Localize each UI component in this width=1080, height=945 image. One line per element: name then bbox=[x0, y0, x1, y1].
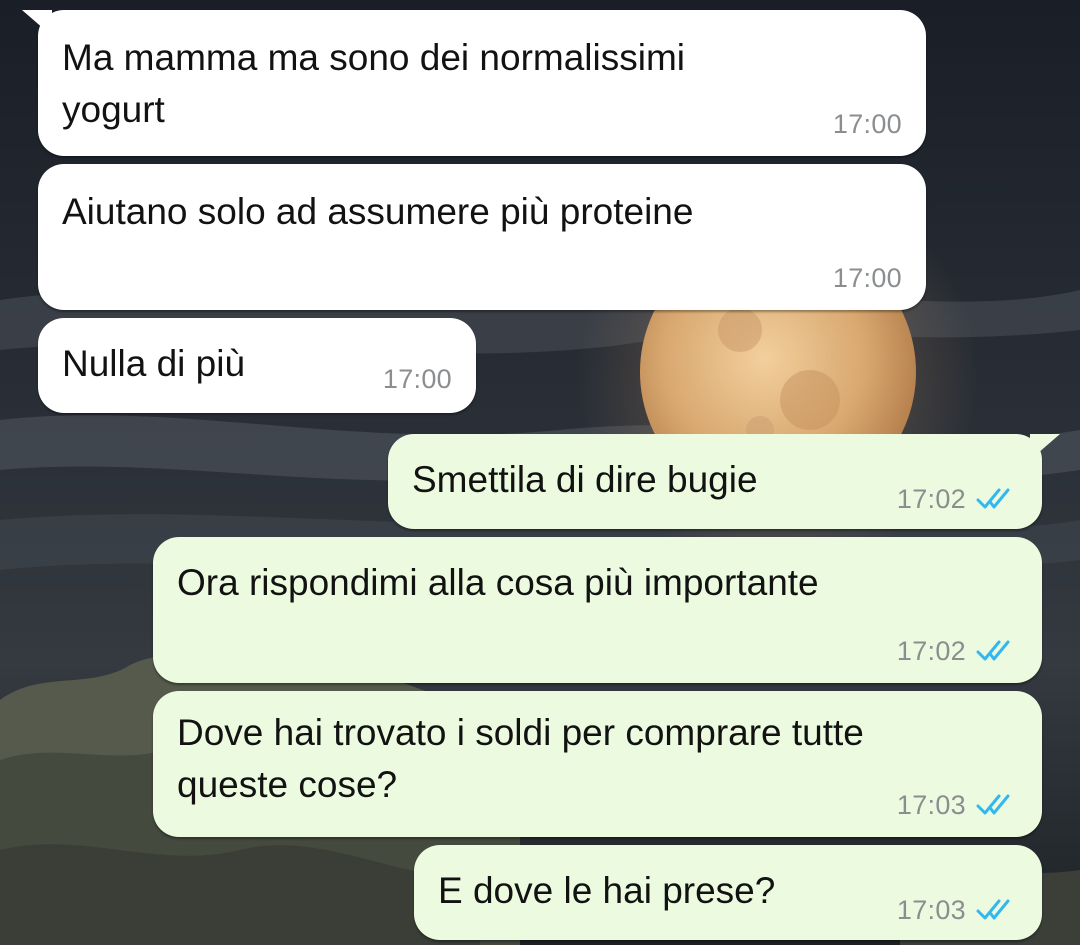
message-meta: 17:03 bbox=[897, 787, 1018, 823]
message-meta: 17:02 bbox=[897, 481, 1018, 517]
message-time: 17:02 bbox=[896, 635, 966, 666]
message-meta: 17:03 bbox=[897, 892, 1018, 928]
message-time: 17:03 bbox=[896, 894, 966, 925]
incoming-message[interactable]: Aiutano solo ad assumere più proteine 17… bbox=[38, 164, 926, 310]
bubble-tail bbox=[22, 10, 52, 36]
message-text: Nulla di più bbox=[62, 343, 246, 384]
double-check-read-icon bbox=[976, 488, 1010, 509]
message-time: 17:02 bbox=[896, 483, 966, 514]
bubble-tail bbox=[1030, 434, 1060, 460]
message-meta: 17:02 bbox=[897, 633, 1018, 669]
message-text: Aiutano solo ad assumere più proteine bbox=[62, 191, 694, 232]
incoming-message[interactable]: Nulla di più 17:00 bbox=[38, 318, 476, 413]
message-text: Ora rispondimi alla cosa più importante bbox=[177, 562, 819, 603]
double-check-read-icon bbox=[976, 794, 1010, 815]
double-check-read-icon bbox=[976, 899, 1010, 920]
message-meta: 17:00 bbox=[833, 106, 902, 142]
incoming-message[interactable]: Ma mamma ma sono dei normalissimi yogurt… bbox=[22, 10, 926, 156]
outgoing-message[interactable]: Smettila di dire bugie 17:02 bbox=[388, 434, 1060, 529]
message-text: Ma mamma ma sono dei normalissimi yogurt bbox=[62, 37, 686, 130]
message-text: Dove hai trovato i soldi per comprare tu… bbox=[177, 712, 864, 805]
outgoing-message[interactable]: Dove hai trovato i soldi per comprare tu… bbox=[153, 691, 1042, 837]
double-check-read-icon bbox=[976, 640, 1010, 661]
outgoing-message[interactable]: Ora rispondimi alla cosa più importante … bbox=[153, 537, 1042, 683]
message-text: Smettila di dire bugie bbox=[412, 459, 758, 500]
message-text: E dove le hai prese? bbox=[438, 870, 776, 911]
message-time: 17:00 bbox=[832, 262, 902, 293]
message-time: 17:00 bbox=[832, 108, 902, 139]
message-time: 17:03 bbox=[896, 789, 966, 820]
message-time: 17:00 bbox=[382, 363, 452, 394]
outgoing-message[interactable]: E dove le hai prese? 17:03 bbox=[414, 845, 1042, 940]
message-meta: 17:00 bbox=[383, 361, 452, 397]
message-meta: 17:00 bbox=[833, 260, 902, 296]
